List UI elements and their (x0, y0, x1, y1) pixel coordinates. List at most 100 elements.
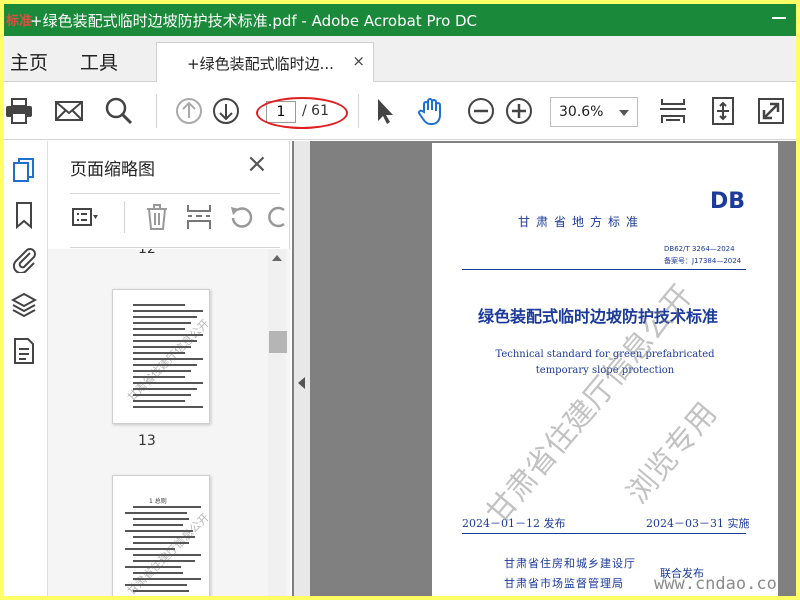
standard-codes: DB62/T 3264—2024 备案号：J17384—2024 (664, 243, 741, 267)
thumbnail-text-line (133, 328, 185, 330)
scrollbar-thumb[interactable] (269, 331, 287, 353)
thumbnail-text-line (133, 400, 185, 402)
header-rule (462, 269, 746, 270)
toolbar-separator (358, 94, 359, 128)
thumbnail-text-line (133, 518, 189, 520)
thumbnail-text-line (133, 506, 201, 508)
thumbnail-page[interactable]: 甘肃省住建厅信息公开 (112, 289, 210, 424)
navigation-rail (4, 141, 48, 596)
thumbnail-page-number: 12 (138, 249, 156, 257)
thumbnail-text-line (133, 524, 183, 526)
title-bar: 标准 +绿色装配式临时边坡防护技术标准.pdf - Adobe Acrobat … (4, 4, 796, 36)
search-icon[interactable] (104, 96, 134, 126)
thumbnail-text-line (133, 376, 185, 378)
thumbnail-text-line (133, 382, 203, 384)
thumbnail-text-line (133, 310, 203, 312)
thumbnail-text-line (133, 370, 191, 372)
acrobat-window: 标准 +绿色装配式临时边坡防护技术标准.pdf - Adobe Acrobat … (4, 4, 796, 596)
thumbnail-text-line (133, 406, 203, 408)
nav-tab-row: 主页 工具 +绿色装配式临时边... × (4, 36, 796, 82)
app-logo: 标准 (6, 14, 33, 29)
thumbnail-text-line (133, 542, 189, 544)
site-watermark: www.cndao.co (654, 574, 777, 594)
thumbnail-text-line (133, 554, 201, 556)
thumbnail-text-line (133, 578, 201, 580)
toolbar-separator (124, 201, 125, 233)
implement-date: 2024－03－31 实施 (646, 517, 750, 530)
red-highlight-oval (256, 97, 348, 129)
footer-rule (462, 533, 746, 534)
thumbnail-text-line (133, 358, 203, 360)
thumbnail-text-line (133, 304, 185, 306)
thumbnail-page[interactable]: 1 总则 甘肃省住建厅信息公开 (112, 475, 210, 596)
panel-title: 页面缩略图 (70, 160, 155, 180)
main-toolbar: 1 / 61 30.6% (4, 82, 796, 140)
zoom-select[interactable]: 30.6% (550, 97, 638, 127)
thumbnail-text-line (125, 584, 187, 586)
thumbnail-text-line (125, 566, 181, 568)
panel-collapse-handle[interactable] (294, 141, 310, 596)
thumbnail-text-line (133, 364, 197, 366)
zoom-out-icon[interactable] (466, 96, 496, 126)
minimize-button[interactable] (772, 17, 786, 19)
issuer-1: 甘肃省住房和城乡建设厅 (504, 557, 636, 570)
redo-icon[interactable] (264, 204, 290, 230)
collapse-arrow-icon (298, 377, 305, 389)
print-icon[interactable] (4, 96, 34, 126)
standard-category: 甘肃省地方标准 (518, 215, 645, 229)
undo-icon[interactable] (228, 204, 254, 230)
thumbnail-text-line (133, 590, 189, 592)
fit-width-icon[interactable] (658, 96, 688, 126)
thumbnails-panel: 页面缩略图 × 12 甘肃省住建厅信息公开 13 1 总则 (48, 141, 290, 596)
thumbnail-scrollbar[interactable] (268, 249, 287, 596)
thumbnail-text-line (125, 548, 175, 550)
page-thumbnails-icon[interactable] (10, 157, 38, 185)
filing-number: 备案号：J17384—2024 (664, 257, 742, 265)
scroll-mode-icon[interactable] (708, 96, 738, 126)
thumbnail-list: 12 甘肃省住建厅信息公开 13 1 总则 甘肃省住建厅信息公开 (48, 249, 290, 596)
thumbnail-text-line (125, 530, 193, 532)
thumbnail-text-line (133, 340, 197, 342)
tools-nav[interactable]: 工具 (80, 48, 118, 75)
close-panel-icon[interactable]: × (246, 149, 268, 179)
db-mark: DB (710, 189, 746, 214)
divider (70, 193, 280, 194)
toolbar-separator (156, 94, 157, 128)
chevron-down-icon (619, 110, 629, 116)
prev-page-icon[interactable] (174, 96, 204, 126)
full-screen-icon[interactable] (756, 96, 786, 126)
document-tab[interactable]: +绿色装配式临时边... × (156, 42, 374, 82)
home-nav[interactable]: 主页 (10, 48, 48, 75)
thumbnail-text-line (133, 572, 183, 574)
close-tab-icon[interactable]: × (352, 52, 365, 70)
standard-code: DB62/T 3264—2024 (664, 245, 735, 253)
thumbnail-text-line (133, 352, 185, 354)
layers-icon[interactable] (10, 291, 38, 319)
next-page-icon[interactable] (211, 96, 241, 126)
email-icon[interactable] (54, 96, 84, 126)
zoom-value: 30.6% (559, 104, 604, 120)
thumbnail-text-line (133, 560, 195, 562)
window-title: +绿色装配式临时边坡防护技术标准.pdf - Adobe Acrobat Pro… (30, 12, 478, 30)
select-arrow-icon[interactable] (370, 96, 400, 126)
document-viewport[interactable]: 甘肃省地方标准 DB DB62/T 3264—2024 备案号：J17384—2… (292, 141, 796, 596)
scroll-up-icon[interactable] (272, 255, 282, 261)
attachment-icon[interactable] (10, 245, 38, 273)
zoom-in-icon[interactable] (504, 96, 534, 126)
thumbnail-heading: 1 总则 (149, 498, 167, 505)
thumbnail-text-line (125, 512, 187, 514)
document-tab-label: +绿色装配式临时边... (187, 55, 334, 73)
thumbnail-text-line (133, 388, 197, 390)
thumbnail-text-line (133, 536, 195, 538)
thumbnail-text-line (133, 322, 191, 324)
thumbnail-text-line (133, 394, 191, 396)
issuer-2: 甘肃省市场监督管理局 (504, 577, 624, 590)
document-properties-icon[interactable] (10, 337, 38, 365)
thumbnail-text-line (133, 334, 203, 336)
options-menu-icon[interactable] (72, 204, 98, 230)
thumbnail-text-line (133, 346, 191, 348)
hand-tool-icon[interactable] (416, 96, 446, 126)
bookmark-icon[interactable] (10, 201, 38, 229)
insert-pages-icon[interactable] (186, 204, 212, 230)
delete-icon[interactable] (144, 204, 170, 230)
